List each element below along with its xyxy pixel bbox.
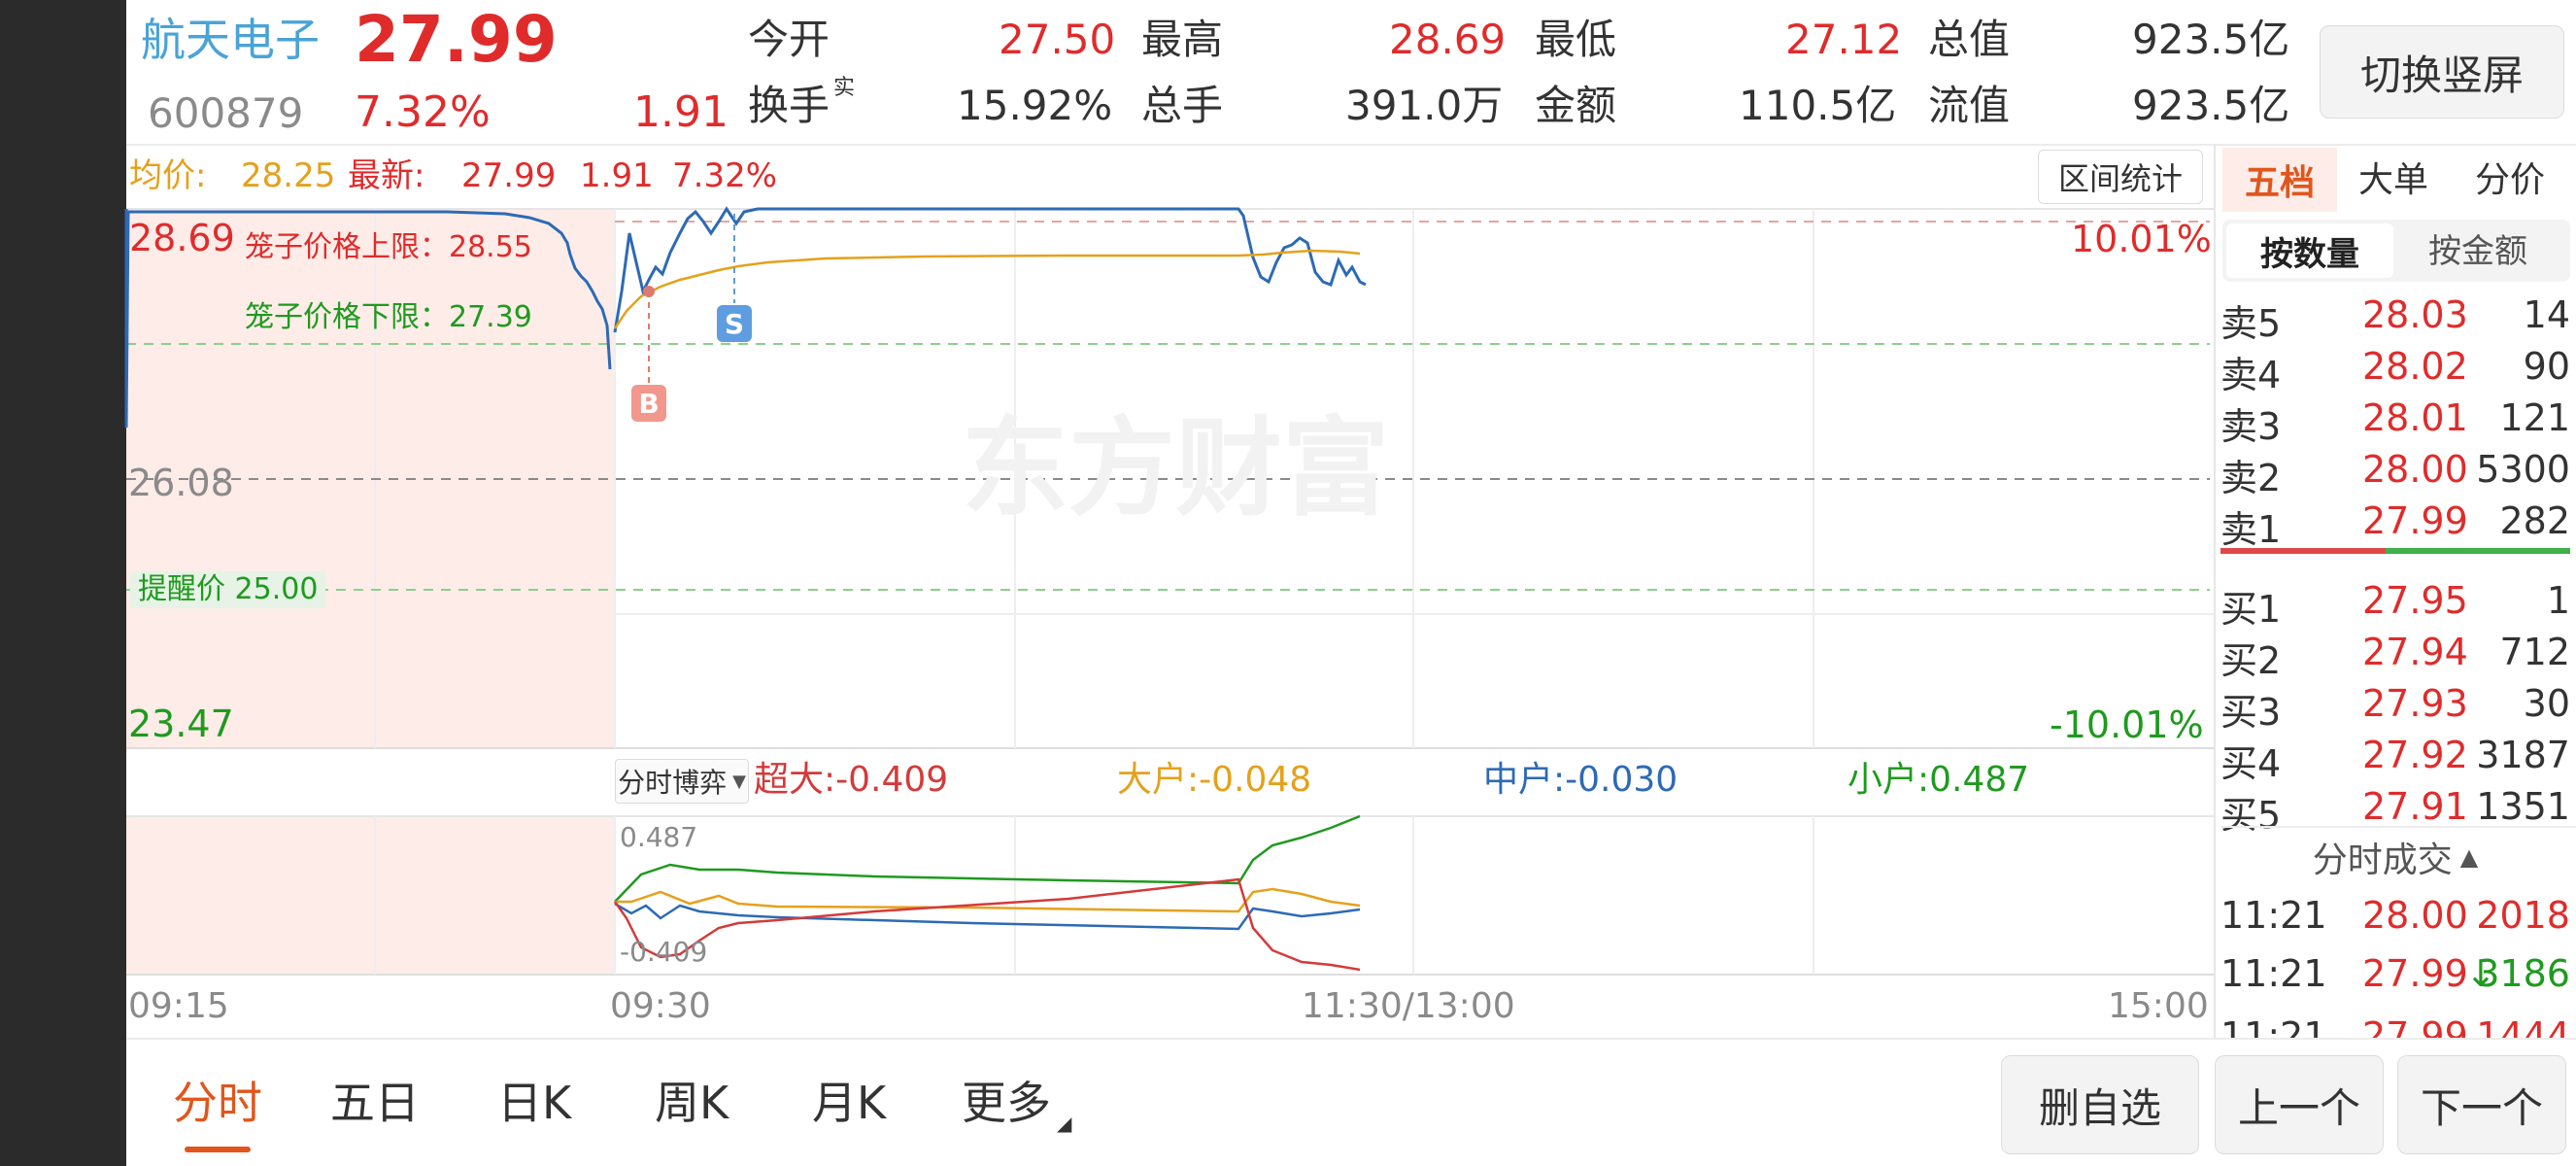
flow-max-label: 0.487: [620, 821, 698, 853]
tab-five-day[interactable]: 五日: [330, 1080, 420, 1125]
tab-price-dist[interactable]: 分价: [2475, 163, 2545, 198]
ask-row-4: 卖4 28.02 90: [2220, 345, 2570, 396]
cage-lower-label: 笼子价格下限：27.39: [245, 300, 532, 334]
dropdown-icon: ▼: [732, 771, 746, 792]
bid-row-3: 买3 27.93 30: [2220, 682, 2570, 734]
next-stock-button[interactable]: 下一个: [2397, 1055, 2566, 1154]
bid-ask-ratio-bar-red: [2220, 548, 2386, 554]
ask-row-3: 卖3 28.01 121: [2220, 396, 2570, 448]
intraday-chart[interactable]: 东方财富 B S: [0, 0, 2576, 1049]
time-label-0930: 09:30: [610, 986, 711, 1026]
remove-watchlist-button[interactable]: 删自选: [2001, 1055, 2199, 1154]
tab-more[interactable]: 更多: [962, 1080, 1051, 1125]
tab-intraday-underline: [185, 1147, 251, 1152]
prev-stock-button[interactable]: 上一个: [2215, 1055, 2384, 1154]
ask-row-1: 卖1 27.99 282: [2220, 499, 2570, 551]
flow-super-legend: 超大:-0.409: [754, 760, 949, 800]
tab-daily-k[interactable]: 日K: [497, 1080, 571, 1125]
tab-five-levels[interactable]: 五档: [2222, 148, 2337, 212]
bottom-divider: [126, 1038, 2576, 1040]
bid-ask-ratio-bar-green: [2386, 548, 2570, 554]
bid-row-5: 买5 27.91 1351: [2220, 785, 2570, 837]
tab-weekly-k[interactable]: 周K: [655, 1080, 729, 1125]
bid-row-2: 买2 27.94 712: [2220, 631, 2570, 682]
ask-row-5: 卖5 28.03 14: [2220, 293, 2570, 345]
flow-small-line: [614, 814, 1361, 903]
flow-min-label: -0.409: [620, 936, 708, 968]
ticks-title: 分时成交: [2312, 840, 2453, 880]
time-label-1500: 15:00: [2108, 986, 2209, 1026]
sell-marker[interactable]: S: [717, 214, 752, 342]
flow-large-legend: 大户:-0.048: [1117, 760, 1312, 800]
subtab-by-amount[interactable]: 按金额: [2428, 235, 2527, 268]
flow-selector-label: 分时博弈: [618, 767, 728, 799]
bid-row-4: 买4 27.92 3187: [2220, 734, 2570, 785]
tab-large-orders[interactable]: 大单: [2358, 163, 2428, 198]
svg-text:S: S: [725, 308, 744, 340]
alert-price-label: 提醒价 25.00: [130, 571, 326, 608]
premarket-shade-flow: [126, 816, 615, 975]
watermark: 东方财富: [962, 406, 1389, 531]
y-low-label: 23.47: [128, 703, 234, 745]
ticks-header[interactable]: 分时成交 ▲: [2220, 828, 2570, 886]
tab-intraday[interactable]: 分时: [173, 1080, 262, 1125]
tick-row-partial-clip: 11:21 27.99 1444: [2220, 1003, 2570, 1038]
buy-marker[interactable]: B: [631, 286, 666, 422]
y-mid-label: 26.08: [128, 462, 234, 504]
pct-low-label: -10.01%: [2050, 703, 2204, 746]
pct-high-label: 10.01%: [2071, 218, 2212, 260]
tick-row: 11:21 28.00 2018: [2220, 894, 2570, 937]
tick-row: 11:21 27.99 ↓ 3186: [2220, 952, 2570, 995]
collapse-up-icon: ▲: [2459, 843, 2479, 871]
tick-row: 11:21 27.99 1444: [2220, 1014, 2570, 1038]
ask-row-2: 卖2 28.00 5300: [2220, 448, 2570, 499]
flow-medium-legend: 中户:-0.030: [1483, 760, 1678, 800]
y-high-label: 28.69: [129, 217, 235, 259]
svg-text:B: B: [638, 388, 659, 420]
more-corner-icon: ◢: [1057, 1112, 1072, 1135]
bid-row-1: 买1 27.95 1: [2220, 579, 2570, 631]
tab-monthly-k[interactable]: 月K: [812, 1080, 886, 1125]
time-label-0915: 09:15: [128, 986, 229, 1026]
flow-selector[interactable]: 分时博弈 ▼: [615, 759, 749, 804]
cage-upper-label: 笼子价格上限：28.55: [245, 230, 532, 264]
flow-small-legend: 小户:0.487: [1847, 760, 2030, 800]
subtab-by-quantity[interactable]: 按数量: [2226, 223, 2393, 278]
time-label-midday: 11:30/13:00: [1302, 986, 1515, 1026]
subtab-by-quantity-label: 按数量: [2260, 234, 2359, 274]
tab-five-levels-label: 五档: [2244, 163, 2315, 203]
